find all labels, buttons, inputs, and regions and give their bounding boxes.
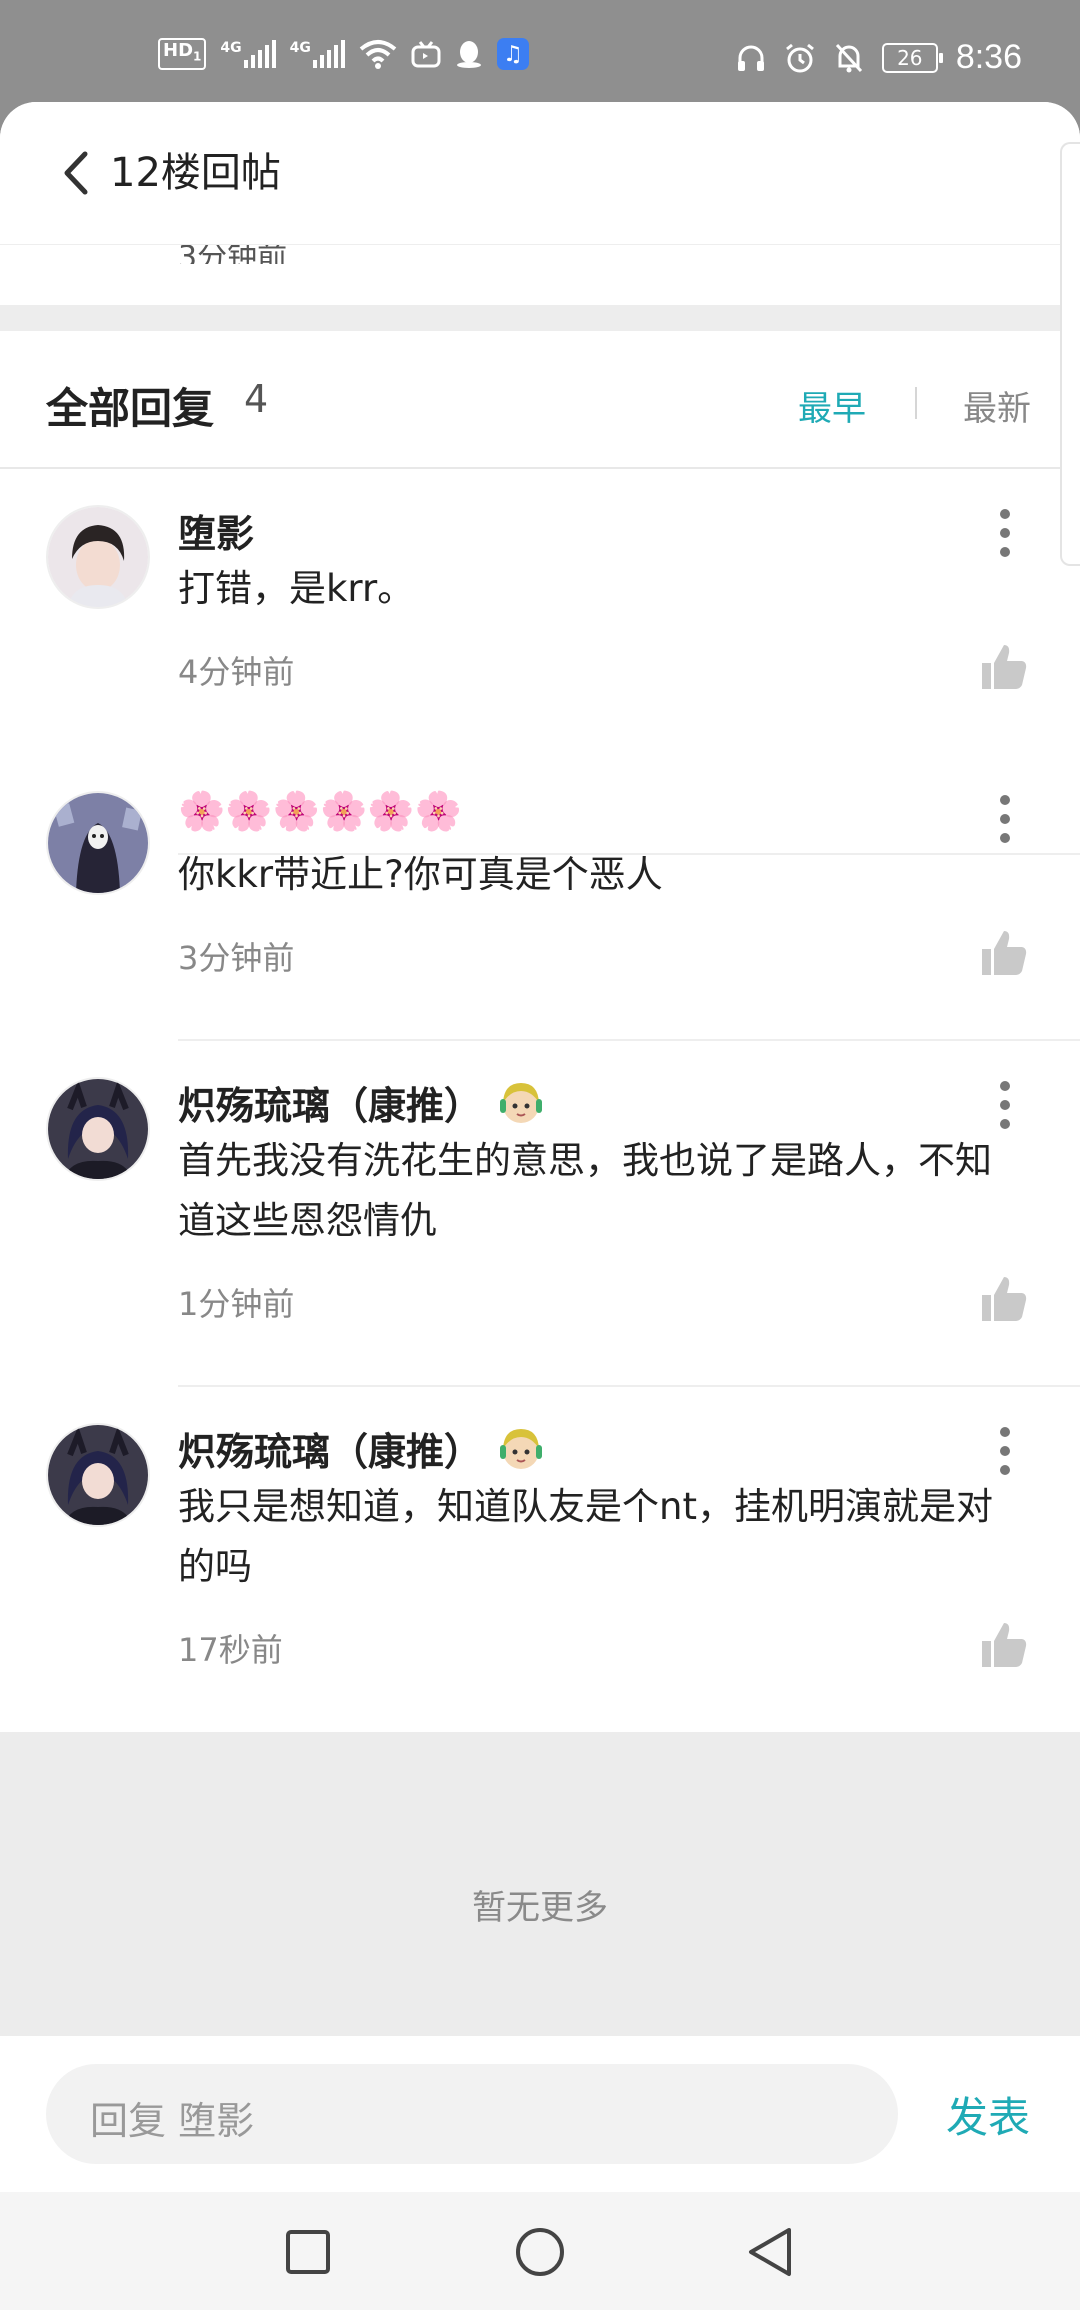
reply-time: 4分钟前 [178, 653, 295, 691]
reply-text: 打错，是krr。 [178, 567, 415, 610]
home-button[interactable] [510, 2222, 570, 2282]
recents-button[interactable] [278, 2222, 338, 2282]
scrollbar[interactable] [1060, 142, 1080, 566]
mute-bell-icon [835, 43, 862, 72]
sort-newest-tab[interactable]: 最新 [963, 381, 1031, 430]
reply-text: 首先我没有洗花生的意思，我也说了是路人，不知道这些恩怨情仇 [178, 1139, 992, 1242]
more-options-button[interactable] [990, 1075, 1020, 1135]
hd-voice-icon: HD1 [158, 38, 207, 70]
reply-item[interactable]: 堕影 打错，是krr。 4分钟前 [0, 469, 1080, 855]
triangle-back-icon [749, 2228, 791, 2276]
reply-author[interactable]: 堕影 [178, 503, 254, 558]
cellular-signal-icon: 4G [220, 40, 276, 68]
avatar-dark-hair-boy [48, 507, 148, 607]
sort-divider [915, 387, 917, 419]
more-options-button[interactable] [990, 503, 1020, 563]
thumbs-up-icon[interactable] [978, 641, 1030, 693]
post-button[interactable]: 发表 [946, 2084, 1030, 2145]
header-divider [0, 244, 1080, 245]
replies-header: 全部回复 4 最早 最新 [0, 331, 1080, 469]
avatar[interactable] [46, 1423, 150, 1527]
cellular-signal-2-icon: 4G [290, 40, 345, 68]
avatar[interactable] [46, 791, 150, 895]
replies-count: 4 [244, 377, 269, 421]
reply-item[interactable]: 🌸🌸🌸🌸🌸🌸 你kkr带近止?你可真是个恶人 3分钟前 [0, 755, 1080, 1041]
more-options-button[interactable] [990, 789, 1020, 849]
chevron-left-icon [64, 151, 88, 195]
reply-time: 1分钟前 [178, 1285, 295, 1323]
reply-text: 我只是想知道，知道队友是个nt，挂机明演就是对的吗 [178, 1485, 993, 1588]
avatar[interactable] [46, 505, 150, 609]
previous-post-peek: 3分钟前 [0, 244, 1080, 264]
back-button[interactable] [54, 148, 98, 198]
status-right-icons: 26 8:36 [736, 38, 1022, 77]
more-options-button[interactable] [990, 1421, 1020, 1481]
status-bar: HD1 4G 4G ♫ 26 8:36 [0, 0, 1080, 100]
square-icon [286, 2230, 330, 2274]
thumbs-up-icon[interactable] [978, 1619, 1030, 1671]
no-more-text: 暂无更多 [472, 1888, 608, 1928]
level-badge-icon [500, 1082, 543, 1123]
back-nav-button[interactable] [740, 2222, 800, 2282]
system-nav-bar [0, 2192, 1080, 2310]
circle-icon [516, 2228, 564, 2276]
avatar[interactable] [46, 1077, 150, 1181]
sort-earliest-tab[interactable]: 最早 [798, 381, 866, 430]
reply-author[interactable]: 炽殇琉璃（康推） [178, 1075, 546, 1130]
qq-icon [456, 41, 481, 68]
reply-time: 3分钟前 [178, 939, 295, 977]
alarm-icon [785, 43, 814, 72]
thumbs-up-icon[interactable] [978, 927, 1030, 979]
avatar-anime-character [48, 1425, 148, 1525]
battery-icon: 26 [881, 42, 943, 73]
reply-input[interactable]: 回复 堕影 [46, 2064, 898, 2164]
reply-item[interactable]: 炽殇琉璃（康推） 首先我没有洗花生的意思，我也说了是路人，不知道这些恩怨情仇 1… [0, 1041, 1080, 1387]
reply-author[interactable]: 🌸🌸🌸🌸🌸🌸 [178, 789, 462, 834]
avatar-anime-character [48, 1079, 148, 1179]
list-footer: 暂无更多 [0, 1732, 1080, 2036]
music-app-icon: ♫ [496, 38, 529, 70]
clock: 8:36 [955, 38, 1022, 76]
level-badge-icon [500, 1428, 543, 1469]
page-title: 12楼回帖 [110, 150, 281, 196]
sheet-header: 12楼回帖 [0, 102, 1080, 244]
previous-post-time: 3分钟前 [178, 244, 288, 264]
reply-time: 17秒前 [178, 1631, 283, 1669]
headphones-icon [737, 45, 764, 71]
reply-author[interactable]: 炽殇琉璃（康推） [178, 1421, 546, 1476]
reply-text: 你kkr带近止?你可真是个恶人 [178, 853, 663, 896]
replies-title: 全部回复 [46, 384, 215, 433]
status-left-icons: HD1 4G 4G ♫ [158, 38, 529, 70]
thumbs-up-icon[interactable] [978, 1273, 1030, 1325]
reply-sheet: 12楼回帖 3分钟前 全部回复 4 最早 最新 堕影 打错，是krr。 4分钟前… [0, 102, 1080, 2310]
avatar-hooded-figure [48, 793, 148, 893]
reply-input-placeholder: 回复 堕影 [90, 2099, 255, 2143]
section-gap [0, 305, 1080, 331]
reply-input-bar: 回复 堕影 发表 [0, 2036, 1080, 2192]
wifi-icon [359, 40, 397, 69]
reply-item[interactable]: 炽殇琉璃（康推） 我只是想知道，知道队友是个nt，挂机明演就是对的吗 17秒前 [0, 1387, 1080, 1732]
bilibili-icon [411, 41, 441, 68]
